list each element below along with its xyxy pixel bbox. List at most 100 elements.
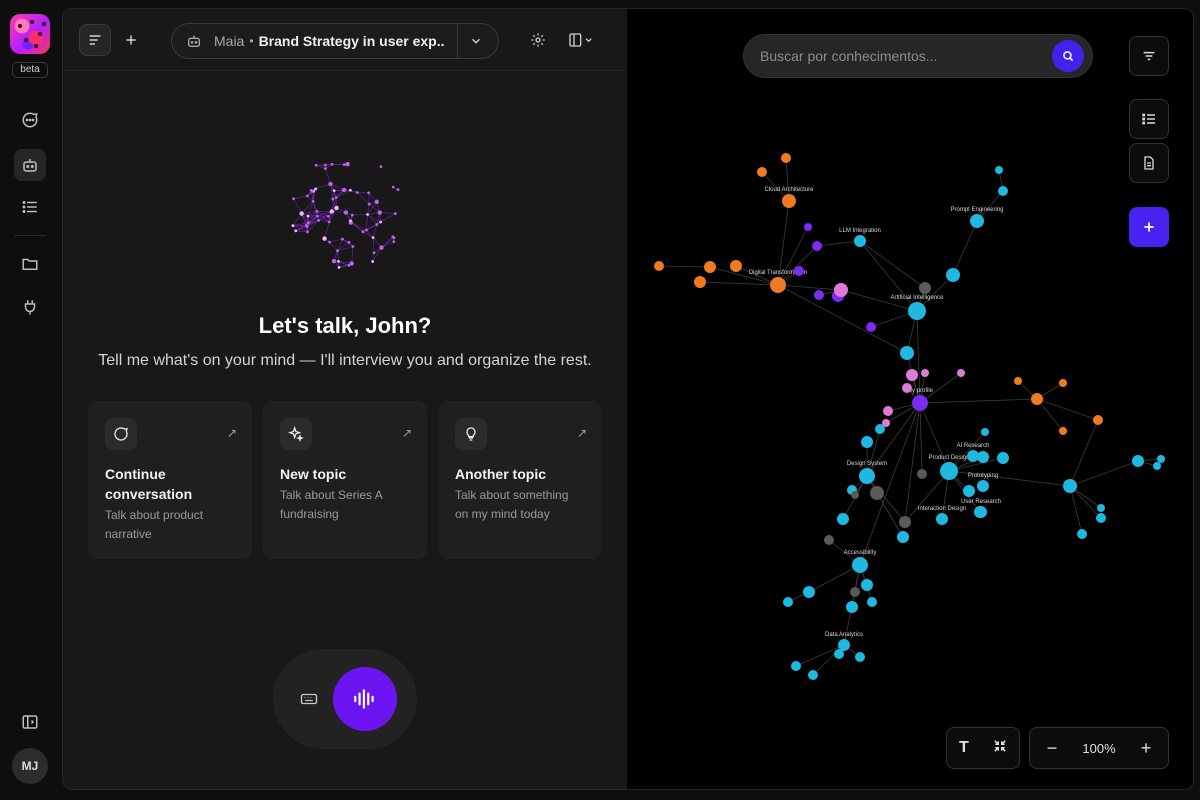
graph-node[interactable] [998,186,1008,196]
graph-node[interactable] [757,167,767,177]
graph-node[interactable] [902,383,912,393]
graph-node[interactable] [919,282,931,294]
graph-node[interactable] [694,276,706,288]
history-toggle-icon[interactable] [79,24,111,56]
graph-node[interactable] [870,486,884,500]
graph-node[interactable] [852,557,868,573]
graph-node[interactable] [808,670,818,680]
graph-node[interactable] [1157,455,1165,463]
add-node-button[interactable] [1129,207,1169,247]
graph-node[interactable] [997,452,1009,464]
graph-node[interactable] [781,153,791,163]
graph-node[interactable] [1097,504,1105,512]
gear-icon[interactable] [522,24,554,56]
graph-node[interactable] [834,283,848,297]
graph-node[interactable] [654,261,664,271]
card-continue-conversation[interactable]: ↗ Continue conversation Talk about produ… [88,401,252,559]
document-icon[interactable] [1129,143,1169,183]
graph-node[interactable] [782,194,796,208]
search-icon[interactable] [1052,40,1084,72]
graph-node[interactable] [912,395,928,411]
bot-icon[interactable] [14,149,46,181]
graph-node[interactable] [851,491,859,499]
graph-node[interactable] [791,661,801,671]
graph-node[interactable] [704,261,716,273]
new-chat-icon[interactable] [115,24,147,56]
user-avatar[interactable]: MJ [12,748,48,784]
graph-node[interactable] [824,535,834,545]
graph-node[interactable] [1096,513,1106,523]
graph-node[interactable] [977,451,989,463]
graph-node[interactable] [906,369,918,381]
graph-node[interactable] [770,277,786,293]
graph-node[interactable] [883,406,893,416]
graph-node[interactable] [963,485,975,497]
filter-icon[interactable] [1129,36,1169,76]
graph-node[interactable] [850,587,860,597]
graph-node[interactable] [897,531,909,543]
graph-node[interactable] [1014,377,1022,385]
graph-node[interactable] [1031,393,1043,405]
zoom-out-button[interactable]: − [1044,738,1060,759]
sidebar-toggle-icon[interactable] [14,706,46,738]
graph-node[interactable] [977,480,989,492]
graph-node[interactable] [974,506,986,518]
card-new-topic[interactable]: ↗ New topic Talk about Series A fundrais… [263,401,427,559]
card-another-topic[interactable]: ↗ Another topic Talk about something on … [438,401,602,559]
list-icon[interactable] [14,191,46,223]
graph-node[interactable] [834,649,844,659]
graph-node[interactable] [917,469,927,479]
graph-node[interactable] [866,322,876,332]
graph-node[interactable] [981,428,989,436]
graph-node[interactable] [940,462,958,480]
knowledge-graph-canvas[interactable]: Artificial IntelligenceMy profileProduct… [627,9,1194,789]
list-view-icon[interactable] [1129,99,1169,139]
graph-node[interactable] [814,290,824,300]
graph-node[interactable] [1059,427,1067,435]
graph-node[interactable] [1059,379,1067,387]
graph-node[interactable] [855,652,865,662]
graph-node[interactable] [803,586,815,598]
graph-node[interactable] [936,513,948,525]
graph-node[interactable] [854,235,866,247]
graph-node[interactable] [899,516,911,528]
graph-node[interactable] [867,597,877,607]
graph-node[interactable] [921,369,929,377]
graph-node[interactable] [946,268,960,282]
graph-node[interactable] [812,241,822,251]
graph-node[interactable] [1063,479,1077,493]
graph-node[interactable] [1132,455,1144,467]
keyboard-icon[interactable] [293,683,325,715]
fit-view-icon[interactable] [993,739,1007,758]
search-input[interactable] [744,48,1052,64]
graph-node[interactable] [783,597,793,607]
graph-node[interactable] [970,214,984,228]
layout-toggle-icon[interactable] [562,24,602,56]
app-logo[interactable] [10,14,50,54]
chat-icon[interactable] [14,104,46,136]
voice-button[interactable] [333,667,397,731]
graph-node[interactable] [794,266,804,276]
text-tool-icon[interactable]: T [959,739,969,757]
graph-node[interactable] [1093,415,1103,425]
session-selector[interactable]: Maia • Brand Strategy in user exp... [171,23,499,59]
graph-node[interactable] [837,513,849,525]
graph-node[interactable] [861,436,873,448]
folder-icon[interactable] [14,248,46,280]
graph-node[interactable] [859,468,875,484]
graph-node[interactable] [875,424,885,434]
graph-node[interactable] [900,346,914,360]
graph-node[interactable] [846,601,858,613]
plug-icon[interactable] [14,291,46,323]
graph-node[interactable] [908,302,926,320]
graph-edge [658,265,711,268]
graph-node[interactable] [995,166,1003,174]
graph-node[interactable] [730,260,742,272]
graph-node[interactable] [1077,529,1087,539]
zoom-in-button[interactable]: + [1138,738,1154,759]
graph-node[interactable] [957,369,965,377]
graph-node[interactable] [861,579,873,591]
graph-node[interactable] [804,223,812,231]
chevron-down-icon[interactable] [458,34,494,48]
graph-node[interactable] [1153,462,1161,470]
